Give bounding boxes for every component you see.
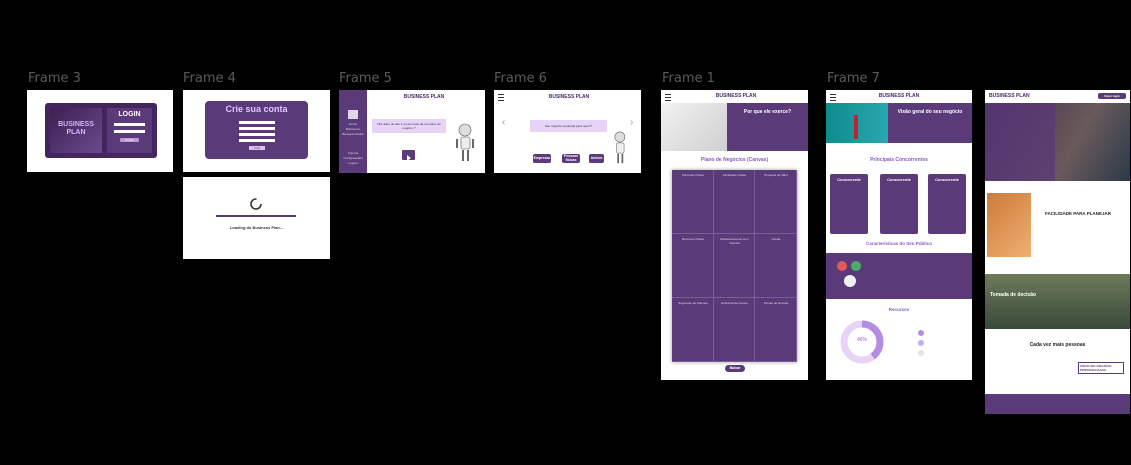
hero-title: Por que ele exerce? — [743, 109, 792, 115]
footer-bar — [985, 394, 1130, 414]
footer-title: Cada vez mais pessoas — [1029, 342, 1086, 348]
create-button[interactable]: Criar — [249, 146, 265, 150]
landing-page-frame[interactable]: BUSINESS PLAN Fazer login FACILIDADE PAR… — [985, 90, 1130, 414]
robot-illustration — [614, 131, 626, 164]
hero-text-panel: Visão geral do seu negócio — [888, 103, 972, 143]
frame-label[interactable]: Frame 7 — [827, 71, 880, 86]
competitor-card[interactable]: Concorrente — [880, 174, 918, 234]
audience-title: Características do Seu Público — [865, 241, 933, 246]
login-panel: LOGIN Entrar — [107, 108, 152, 153]
feature-section-2: Tomada de decisão — [985, 274, 1130, 329]
design-canvas: Frame 3 BUSINESS PLAN LOGIN Entrar Frame… — [0, 0, 1131, 465]
header-title: BUSINESS PLAN — [403, 94, 445, 100]
header-title: BUSINESS PLAN — [878, 93, 920, 99]
feature2-title: Tomada de decisão — [990, 292, 1037, 298]
menu-icon[interactable] — [665, 94, 671, 101]
option-both-button[interactable]: Ambos — [589, 154, 604, 163]
option-companies-button[interactable]: Empresas — [533, 154, 551, 163]
menu-icon[interactable] — [830, 94, 836, 101]
audience-panel — [826, 253, 972, 299]
competitor-card[interactable]: Concorrente — [830, 174, 868, 234]
cell-customer-segments[interactable]: Segmento de Clientes — [672, 298, 714, 362]
frame-3-login[interactable]: BUSINESS PLAN LOGIN Entrar — [27, 90, 173, 172]
donut-percent: 40% — [856, 337, 867, 343]
email-field[interactable] — [114, 123, 145, 126]
hero-image — [826, 103, 888, 143]
hero-image — [985, 103, 1130, 181]
hero-title: Visão geral do seu negócio — [897, 109, 963, 115]
hero-text-panel: Por que ele exerce? — [727, 103, 808, 151]
sidebar-item-brainstorm[interactable]: Brainstorm — [342, 127, 364, 131]
cell-cost-structure[interactable]: Estrutura de Custos — [714, 298, 755, 362]
sidebar: Home Brainstorm Business Model Suporte C… — [339, 90, 367, 173]
signup-title: Crie sua conta — [225, 104, 288, 114]
option-individuals-button[interactable]: Pessoas físicas — [562, 154, 580, 163]
frame-5-chat[interactable]: Home Brainstorm Business Model Suporte C… — [339, 90, 485, 173]
loading-frame: Loading do Business Plan... — [183, 177, 330, 259]
brand-title: BUSINESS PLAN — [58, 121, 94, 136]
header-title: BUSINESS PLAN — [548, 94, 590, 100]
canvas-title: Plano de Negócios (Canvas) — [700, 157, 769, 163]
sidebar-item-support[interactable]: Suporte — [342, 151, 364, 155]
competitors-title: Principais Concorrentes — [870, 157, 928, 163]
user-icon — [348, 110, 358, 119]
email-field[interactable] — [239, 127, 275, 130]
frame-label[interactable]: Frame 5 — [339, 71, 392, 86]
cell-key-activities[interactable]: Atividades Chave — [714, 170, 755, 234]
sidebar-item-home[interactable]: Home — [342, 122, 364, 126]
resources-title: Recursos — [888, 307, 910, 312]
confirm-password-field[interactable] — [239, 139, 275, 142]
prev-arrow-icon[interactable]: ‹ — [502, 117, 505, 128]
feature1-title: FACILIDADE PARA PLANEJAR — [1045, 211, 1112, 216]
feature-section-1: FACILIDADE PARA PLANEJAR — [985, 181, 1130, 274]
frame-4-signup[interactable]: Crie sua conta Criar — [183, 90, 330, 172]
robot-illustration — [456, 123, 474, 161]
frame-label[interactable]: Frame 6 — [494, 71, 547, 86]
cell-channels[interactable]: Canais — [755, 234, 797, 298]
header-title: BUSINESS PLAN — [715, 93, 757, 99]
signup-card: Crie sua conta Criar — [205, 101, 308, 159]
frame-label[interactable]: Frame 4 — [183, 71, 236, 86]
password-field[interactable] — [114, 130, 145, 133]
login-title: LOGIN — [118, 111, 141, 118]
frame-1-canvas[interactable]: BUSINESS PLAN Por que ele exerce? Plano … — [661, 90, 808, 380]
spinner-icon — [250, 198, 262, 210]
play-button[interactable] — [402, 150, 415, 161]
login-button[interactable]: Fazer login — [1098, 93, 1126, 99]
cell-customer-relationships[interactable]: Relacionamento com Clientes — [714, 234, 755, 298]
password-field[interactable] — [239, 133, 275, 136]
hero-image — [661, 103, 727, 151]
frame-6-question[interactable]: BUSINESS PLAN ‹ › Seu negócio vende(rá) … — [494, 90, 641, 173]
name-field[interactable] — [239, 121, 275, 124]
play-icon — [407, 155, 411, 161]
competitor-card[interactable]: Concorrente — [928, 174, 966, 234]
cta-button[interactable]: CRIAR SEU NEGÓCIO PERSONALIZADO — [1078, 362, 1124, 374]
sidebar-item-logout[interactable]: Logout — [342, 161, 364, 165]
cell-key-partners[interactable]: Parcerias Chave — [672, 170, 714, 234]
progress-bar — [216, 215, 296, 217]
cell-revenue-streams[interactable]: Fontes de Receita — [755, 298, 797, 362]
sidebar-item-settings[interactable]: Configurações — [342, 156, 364, 160]
header-title: BUSINESS PLAN — [989, 93, 1030, 99]
question-bubble: Seu negócio vende(rá) para quem? — [530, 120, 607, 132]
download-button[interactable]: Baixar — [725, 365, 745, 372]
frame-7-overview[interactable]: BUSINESS PLAN Visão geral do seu negócio… — [826, 90, 972, 380]
cell-key-resources[interactable]: Recursos Chave — [672, 234, 714, 298]
business-canvas-grid: Parcerias Chave Atividades Chave Propost… — [672, 170, 797, 362]
cell-value-proposition[interactable]: Proposta de Valor — [755, 170, 797, 234]
menu-icon[interactable] — [498, 94, 504, 101]
frame-label[interactable]: Frame 1 — [662, 71, 715, 86]
frame-label[interactable]: Frame 3 — [28, 71, 81, 86]
next-arrow-icon[interactable]: › — [630, 117, 633, 128]
loading-text: Loading do Business Plan... — [229, 225, 284, 230]
login-button[interactable]: Entrar — [120, 138, 139, 142]
chat-bubble: Olá, além do fato 1 ou tem tudo de um pl… — [372, 119, 446, 133]
sidebar-item-business-model[interactable]: Business Model — [342, 132, 364, 136]
